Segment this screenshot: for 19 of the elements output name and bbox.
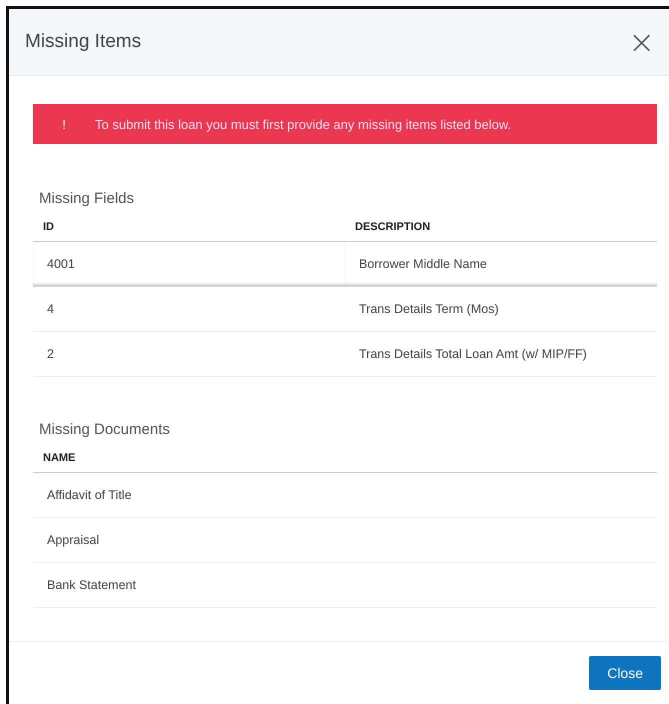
column-header: NAME (33, 444, 657, 472)
section-title: Missing Documents (39, 421, 171, 438)
table-cell: 4001 (33, 242, 345, 286)
section-title: Missing Fields (39, 190, 136, 207)
table-cell: 2 (33, 332, 345, 376)
table-cell: Trans Details Total Loan Amt (w/ MIP/FF) (345, 332, 657, 376)
table-cell: Affidavit of Title (33, 472, 657, 518)
table-row[interactable]: 2 Trans Details Total Loan Amt (w/ MIP/FF) (33, 332, 657, 376)
table-cell: Borrower Middle Name (345, 242, 657, 286)
table-row[interactable]: 4 Trans Details Term (Mos) (33, 286, 657, 332)
alert-message: To submit this loan you must first provide any missing items listed below. (95, 116, 512, 132)
table-cell: Trans Details Term (Mos) (345, 286, 657, 332)
alert-icon: ! (33, 116, 95, 132)
table-row[interactable]: 4001 Borrower Middle Name (33, 242, 657, 286)
table-cell: Appraisal (33, 518, 657, 562)
close-button[interactable]: Close (589, 656, 661, 690)
dialog-title: Missing Items (25, 31, 142, 53)
table-cell: 4 (33, 286, 345, 332)
table-cell: Bank Statement (33, 562, 657, 608)
